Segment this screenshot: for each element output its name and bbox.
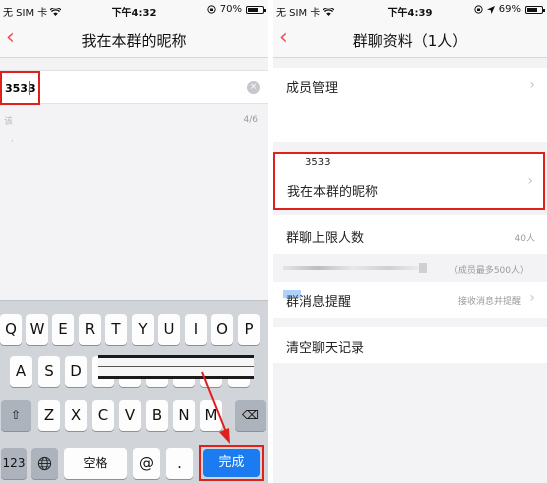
- group-limit-note: （成员最多500人）: [448, 266, 529, 276]
- annotation-arrow: [201, 371, 230, 444]
- clear-history-label: 清空聊天记录: [286, 341, 365, 356]
- nickname-label: 我在本群的昵称: [287, 185, 379, 200]
- message-reminder-row[interactable]: 群消息提醒 接收消息并提醒 ›: [273, 282, 547, 318]
- nav-bar: ‹ 群聊资料（1人）: [273, 20, 547, 58]
- member-management-label: 成员管理: [286, 81, 339, 96]
- clear-history-row[interactable]: 清空聊天记录: [273, 327, 547, 363]
- chevron-right-icon: ›: [529, 77, 535, 93]
- right-screen: 无 SIM 卡 下午4:39 69% ‹ 群聊资料（1人） 成员管理 › 353…: [273, 0, 547, 483]
- message-reminder-value: 接收消息并提醒: [457, 297, 521, 307]
- battery-fill: [527, 7, 537, 12]
- chevron-right-icon: ›: [527, 173, 533, 189]
- location-icon: [486, 5, 495, 14]
- orientation-lock-icon: [474, 5, 483, 14]
- selection-highlight: [283, 290, 301, 298]
- group-limit-label: 群聊上限人数: [286, 231, 365, 246]
- battery-percent: 69%: [498, 4, 521, 15]
- group-limit-slider: （成员最多500人）: [273, 254, 547, 282]
- member-management-section[interactable]: 成员管理 ›: [273, 68, 547, 186]
- left-screen: 无 SIM 卡 下午4:32 70% ‹ 我在本群的昵称 3533 × 该 4/…: [0, 0, 268, 483]
- my-nickname-row[interactable]: 3533 我在本群的昵称 ›: [273, 152, 545, 210]
- battery-icon: [525, 5, 545, 14]
- status-bar: 无 SIM 卡 下午4:39 69%: [273, 0, 547, 20]
- group-limit-row[interactable]: 群聊上限人数 40人: [273, 215, 547, 255]
- group-limit-value: 40人: [514, 234, 535, 244]
- nickname-value: 3533: [305, 157, 331, 168]
- chevron-right-icon: ›: [529, 290, 535, 306]
- page-title: 群聊资料（1人）: [352, 32, 468, 50]
